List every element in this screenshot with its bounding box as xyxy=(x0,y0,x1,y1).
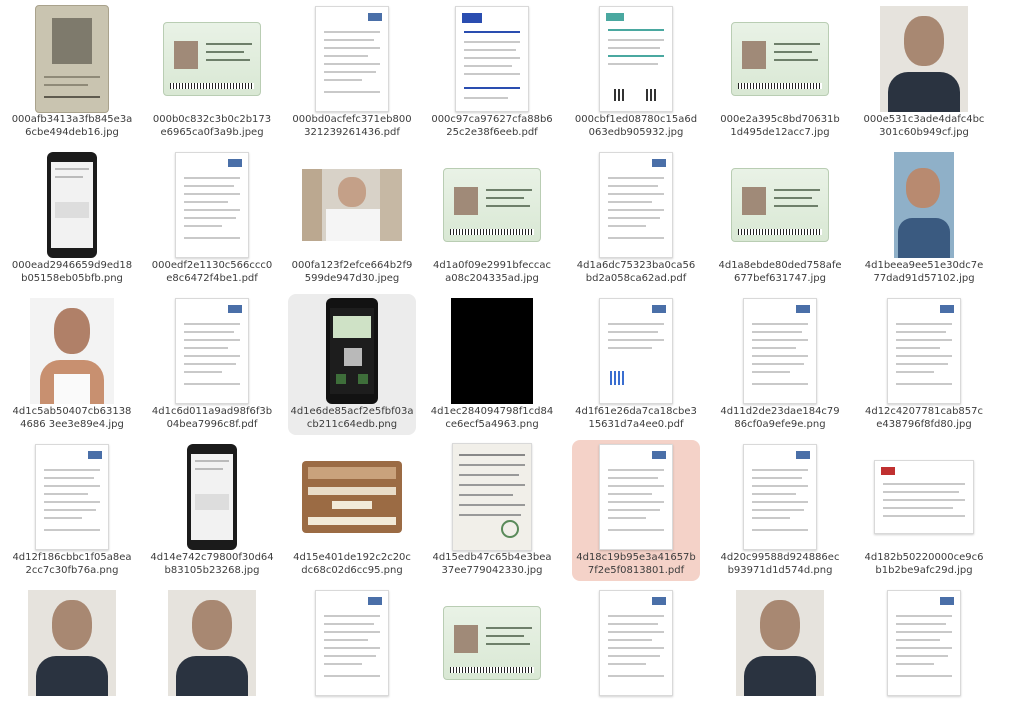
file-item[interactable]: 000cbf1ed08780c15a6d063edb905932.jpg xyxy=(572,2,700,143)
file-thumbnail xyxy=(442,590,542,696)
file-thumbnail xyxy=(442,152,542,258)
file-item[interactable]: 4d1a6dc75323ba0ca56bd2a058ca62ad.pdf xyxy=(572,148,700,289)
file-name-label: 000c97ca97627cfa88b625c2e38f6eeb.pdf xyxy=(431,114,553,138)
file-thumbnail xyxy=(874,444,974,550)
file-item[interactable]: 4d1f61e26da7ca18cbe315631d7a4ee0.pdf xyxy=(572,294,700,435)
file-thumbnail xyxy=(442,443,542,551)
file-thumbnail xyxy=(874,298,974,404)
file-thumbnail xyxy=(730,298,830,404)
file-name-label: 4d1a6dc75323ba0ca56bd2a058ca62ad.pdf xyxy=(576,260,696,284)
file-thumbnail xyxy=(302,298,402,404)
file-item[interactable]: 4d1c6d011a9ad98f6f3b04bea7996c8f.pdf xyxy=(148,294,276,435)
file-item[interactable]: 4d11d2de23dae184c7986cf0a9efe9e.png xyxy=(716,294,844,435)
file-thumbnail xyxy=(162,6,262,112)
file-thumbnail xyxy=(874,152,974,258)
file-item[interactable]: 4d12c4207781cab857ce438796f8fd80.jpg xyxy=(860,294,988,435)
file-item[interactable]: 4d1a8ebde80ded758afe677bef631747.jpg xyxy=(716,148,844,289)
file-thumbnail xyxy=(22,590,122,696)
file-thumbnail xyxy=(586,444,686,550)
file-item[interactable] xyxy=(428,586,556,727)
file-name-label: 4d12c4207781cab857ce438796f8fd80.jpg xyxy=(864,406,984,430)
file-thumbnail xyxy=(22,5,122,113)
file-grid: 000afb3413a3fb845e3a6cbe494deb16.jpg 000b… xyxy=(0,0,1024,696)
file-item[interactable]: 000c97ca97627cfa88b625c2e38f6eeb.pdf xyxy=(428,2,556,143)
file-thumbnail xyxy=(730,152,830,258)
file-thumbnail xyxy=(730,6,830,112)
file-item[interactable]: 4d182b50220000ce9c6b1b2be9afc29d.jpg xyxy=(860,440,988,581)
file-name-label: 4d1beea9ee51e30dc7e77dad91d57102.jpg xyxy=(864,260,984,284)
file-item[interactable]: 4d18c19b95e3a41657b7f2e5f0813801.pdf xyxy=(572,440,700,581)
file-thumbnail xyxy=(730,590,830,696)
file-name-label: 000b0c832c3b0c2b173e6965ca0f3a9b.jpeg xyxy=(152,114,272,138)
file-name-label: 4d11d2de23dae184c7986cf0a9efe9e.png xyxy=(720,406,840,430)
file-name-label: 4d1a8ebde80ded758afe677bef631747.jpg xyxy=(718,260,842,284)
file-item[interactable]: 000e531c3ade4dafc4bc301c60b949cf.jpg xyxy=(860,2,988,143)
file-name-label: 000fa123f2efce664b2f9599de947d30.jpeg xyxy=(291,260,413,284)
file-thumbnail xyxy=(162,590,262,696)
file-thumbnail xyxy=(162,152,262,258)
file-item[interactable]: 000edf2e1130c566ccc0e8c6472f4be1.pdf xyxy=(148,148,276,289)
file-item[interactable]: 4d1e6de85acf2e5fbf03acb211c64edb.png xyxy=(288,294,416,435)
file-item[interactable]: 000ead2946659d9ed18b05158eb05bfb.png xyxy=(8,148,136,289)
file-item[interactable]: 4d1ec284094798f1cd84ce6ecf5a4963.png xyxy=(428,294,556,435)
file-thumbnail xyxy=(874,590,974,696)
file-name-label: 4d1e6de85acf2e5fbf03acb211c64edb.png xyxy=(290,406,414,430)
file-thumbnail xyxy=(22,298,122,404)
file-thumbnail xyxy=(302,6,402,112)
file-item[interactable] xyxy=(8,586,136,727)
file-thumbnail xyxy=(586,298,686,404)
file-name-label: 4d1ec284094798f1cd84ce6ecf5a4963.png xyxy=(430,406,554,430)
file-name-label: 000cbf1ed08780c15a6d063edb905932.jpg xyxy=(574,114,698,138)
file-name-label: 000bd0acfefc371eb800321239261436.pdf xyxy=(292,114,412,138)
file-item[interactable]: 000fa123f2efce664b2f9599de947d30.jpeg xyxy=(288,148,416,289)
file-thumbnail xyxy=(22,152,122,258)
file-thumbnail xyxy=(302,444,402,550)
file-name-label: 4d15e401de192c2c20cdc68c02d6cc95.png xyxy=(293,552,411,576)
file-name-label: 4d18c19b95e3a41657b7f2e5f0813801.pdf xyxy=(576,552,696,576)
file-name-label: 4d20c99588d924886ecb93971d1d574d.png xyxy=(720,552,840,576)
file-name-label: 4d15edb47c65b4e3bea37ee779042330.jpg xyxy=(432,552,552,576)
file-item[interactable]: 000e2a395c8bd70631b1d495de12acc7.jpg xyxy=(716,2,844,143)
file-name-label: 000edf2e1130c566ccc0e8c6472f4be1.pdf xyxy=(151,260,273,284)
file-item[interactable]: 4d20c99588d924886ecb93971d1d574d.png xyxy=(716,440,844,581)
file-thumbnail xyxy=(442,298,542,404)
file-item[interactable] xyxy=(572,586,700,727)
file-name-label: 000afb3413a3fb845e3a6cbe494deb16.jpg xyxy=(11,114,133,138)
file-name-label: 4d1c6d011a9ad98f6f3b04bea7996c8f.pdf xyxy=(151,406,273,430)
file-thumbnail xyxy=(442,6,542,112)
file-item[interactable]: 4d1a0f09e2991bfeccaca08c204335ad.jpg xyxy=(428,148,556,289)
file-name-label: 000e2a395c8bd70631b1d495de12acc7.jpg xyxy=(720,114,840,138)
file-thumbnail xyxy=(874,6,974,112)
file-item[interactable] xyxy=(148,586,276,727)
file-name-label: 4d182b50220000ce9c6b1b2be9afc29d.jpg xyxy=(864,552,984,576)
file-thumbnail xyxy=(302,152,402,258)
file-item[interactable]: 4d15edb47c65b4e3bea37ee779042330.jpg xyxy=(428,440,556,581)
file-thumbnail xyxy=(586,152,686,258)
file-name-label: 4d1f61e26da7ca18cbe315631d7a4ee0.pdf xyxy=(575,406,697,430)
file-item[interactable]: 4d12f186cbbc1f05a8ea2cc7c30fb76a.png xyxy=(8,440,136,581)
file-item[interactable]: 000b0c832c3b0c2b173e6965ca0f3a9b.jpeg xyxy=(148,2,276,143)
file-name-label: 000ead2946659d9ed18b05158eb05bfb.png xyxy=(11,260,133,284)
file-thumbnail xyxy=(22,444,122,550)
file-name-label: 4d12f186cbbc1f05a8ea2cc7c30fb76a.png xyxy=(12,552,132,576)
file-item[interactable]: 4d15e401de192c2c20cdc68c02d6cc95.png xyxy=(288,440,416,581)
file-thumbnail xyxy=(730,444,830,550)
file-item[interactable] xyxy=(288,586,416,727)
file-thumbnail xyxy=(162,444,262,550)
file-item[interactable]: 000afb3413a3fb845e3a6cbe494deb16.jpg xyxy=(8,2,136,143)
file-thumbnail xyxy=(162,298,262,404)
file-item[interactable]: 4d1beea9ee51e30dc7e77dad91d57102.jpg xyxy=(860,148,988,289)
file-item[interactable] xyxy=(860,586,988,727)
file-item[interactable]: 4d1c5ab50407cb631384686 3ee3e89e4.jpg xyxy=(8,294,136,435)
file-name-label: 4d1c5ab50407cb631384686 3ee3e89e4.jpg xyxy=(12,406,132,430)
file-thumbnail xyxy=(586,6,686,112)
file-name-label: 4d14e742c79800f30d64b83105b23268.jpg xyxy=(150,552,274,576)
file-item[interactable] xyxy=(716,586,844,727)
file-item[interactable]: 000bd0acfefc371eb800321239261436.pdf xyxy=(288,2,416,143)
file-name-label: 000e531c3ade4dafc4bc301c60b949cf.jpg xyxy=(863,114,985,138)
file-thumbnail xyxy=(586,590,686,696)
file-thumbnail xyxy=(302,590,402,696)
file-item[interactable]: 4d14e742c79800f30d64b83105b23268.jpg xyxy=(148,440,276,581)
file-name-label: 4d1a0f09e2991bfeccaca08c204335ad.jpg xyxy=(432,260,552,284)
